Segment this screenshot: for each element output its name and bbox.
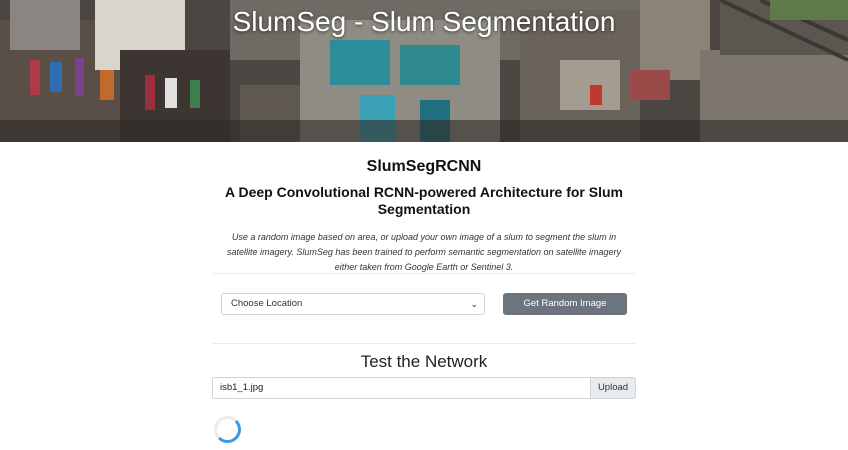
hero-title: SlumSeg - Slum Segmentation (232, 6, 616, 37)
divider (212, 273, 636, 274)
test-network-heading: Test the Network (360, 352, 488, 371)
hero-banner: SlumSeg - Slum Segmentation (0, 0, 848, 142)
divider (212, 343, 636, 344)
app-name-heading: SlumSegRCNN (366, 158, 482, 175)
location-select[interactable]: Choose Location ⌄ (221, 293, 485, 315)
file-upload-group: isb1_1.jpg Upload (212, 377, 636, 399)
get-random-image-button[interactable]: Get Random Image (503, 293, 627, 315)
intro-section: SlumSegRCNN A Deep Convolutional RCNN-po… (212, 150, 636, 275)
app-description: Use a random image based on area, or upl… (226, 232, 622, 272)
upload-button[interactable]: Upload (590, 377, 636, 399)
loading-spinner-icon (214, 416, 241, 443)
file-input[interactable]: isb1_1.jpg (212, 377, 591, 399)
location-select-value: Choose Location (231, 298, 303, 309)
app-subtitle: A Deep Convolutional RCNN-powered Archit… (225, 184, 623, 217)
chevron-down-icon: ⌄ (470, 299, 478, 309)
